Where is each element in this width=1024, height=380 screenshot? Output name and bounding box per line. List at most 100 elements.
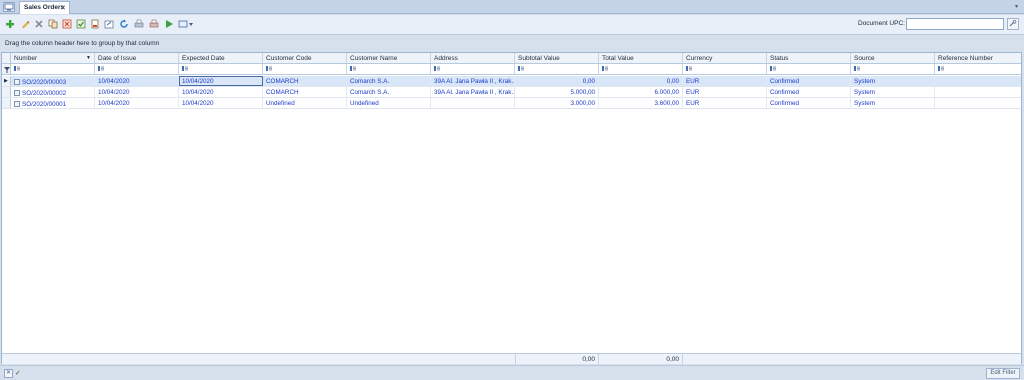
document-icon[interactable] [90, 19, 100, 29]
column-header-total-value[interactable]: Total Value [599, 53, 683, 63]
filter-operator-icon[interactable] [98, 66, 105, 71]
filter-cell-customer-name[interactable] [347, 64, 431, 74]
chevron-down-icon[interactable]: ▾ [1015, 3, 1018, 10]
document-upc-input[interactable] [906, 18, 1004, 30]
cell-customer-name[interactable]: Comarch S.A. [347, 87, 431, 97]
cell-source[interactable]: System [851, 87, 935, 97]
column-header-address[interactable]: Address [431, 53, 515, 63]
cell-subtotal-value[interactable]: 5.000,00 [515, 87, 599, 97]
print-icon[interactable] [134, 19, 144, 29]
cell-number[interactable]: SO/2020/00001 [11, 98, 95, 108]
filter-operator-icon[interactable] [14, 66, 21, 71]
group-by-panel[interactable]: Drag the column header here to group by … [0, 36, 1024, 52]
cell-customer-code[interactable]: COMARCH [263, 87, 347, 97]
table-row[interactable]: SO/2020/00001 10/04/2020 10/04/2020 Unde… [2, 98, 1021, 109]
filter-cell-date-of-issue[interactable] [95, 64, 179, 74]
cell-source[interactable]: System [851, 76, 935, 86]
filter-cell-customer-code[interactable] [263, 64, 347, 74]
filter-cell-subtotal-value[interactable] [515, 64, 599, 74]
cell-total-value[interactable]: 3.600,00 [599, 98, 683, 108]
column-header-number[interactable]: Number ▼ [11, 53, 95, 63]
cell-date-of-issue[interactable]: 10/04/2020 [95, 76, 179, 86]
filter-operator-icon[interactable] [350, 66, 357, 71]
cell-reference-number[interactable] [935, 98, 1021, 108]
column-header-reference-number[interactable]: Reference Number [935, 53, 1021, 63]
window-list-icon[interactable] [3, 2, 15, 12]
column-header-date-of-issue[interactable]: Date of Issue [95, 53, 179, 63]
cell-status[interactable]: Confirmed [767, 98, 851, 108]
filter-operator-icon[interactable] [182, 66, 189, 71]
cell-expected-date[interactable]: 10/04/2020 [179, 76, 263, 86]
filter-cell-address[interactable] [431, 64, 515, 74]
cell-currency[interactable]: EUR [683, 76, 767, 86]
filter-cell-currency[interactable] [683, 64, 767, 74]
cell-total-value[interactable]: 6.000,00 [599, 87, 683, 97]
cell-expected-date[interactable]: 10/04/2020 [179, 98, 263, 108]
cell-number[interactable]: SO/2020/00002 [11, 87, 95, 97]
cell-customer-code[interactable]: Undefined [263, 98, 347, 108]
filter-operator-icon[interactable] [266, 66, 273, 71]
upc-search-icon[interactable] [1007, 18, 1019, 30]
cell-address[interactable]: 39A Al. Jana Pawła II , Krak... [431, 87, 515, 97]
cancel-document-icon[interactable] [62, 19, 72, 29]
cell-status[interactable]: Confirmed [767, 87, 851, 97]
cell-expected-date[interactable]: 10/04/2020 [179, 87, 263, 97]
column-header-expected-date[interactable]: Expected Date [179, 53, 263, 63]
clear-filter-icon[interactable]: ✕ [4, 369, 13, 378]
cell-total-value[interactable]: 0,00 [599, 76, 683, 86]
cell-currency[interactable]: EUR [683, 87, 767, 97]
table-row[interactable]: SO/2020/00002 10/04/2020 10/04/2020 COMA… [2, 87, 1021, 98]
approve-icon[interactable] [76, 19, 86, 29]
filter-operator-icon[interactable] [518, 66, 525, 71]
cell-currency[interactable]: EUR [683, 98, 767, 108]
filter-operator-icon[interactable] [686, 66, 693, 71]
cell-subtotal-value[interactable]: 3.000,00 [515, 98, 599, 108]
cell-status[interactable]: Confirmed [767, 76, 851, 86]
filter-cell-total-value[interactable] [599, 64, 683, 74]
column-header-status[interactable]: Status [767, 53, 851, 63]
copy-icon[interactable] [48, 19, 58, 29]
column-header-currency[interactable]: Currency [683, 53, 767, 63]
cell-number-text: SO/2020/00001 [22, 101, 67, 108]
edit-filter-button[interactable]: Edit Filter [986, 368, 1020, 379]
filter-cell-source[interactable] [851, 64, 935, 74]
filter-operator-icon[interactable] [938, 66, 945, 71]
export-icon[interactable] [104, 19, 114, 29]
tab-sales-orders[interactable]: Sales Orders ✕ [19, 1, 70, 14]
cell-customer-name[interactable]: Undefined [347, 98, 431, 108]
cell-number[interactable]: SO/2020/00003 [11, 76, 95, 86]
filter-cell-expected-date[interactable] [179, 64, 263, 74]
close-icon[interactable]: ✕ [60, 4, 66, 12]
filter-cell-status[interactable] [767, 64, 851, 74]
edit-icon[interactable] [20, 19, 30, 29]
cell-address[interactable] [431, 98, 515, 108]
filter-enabled-checkbox[interactable]: ✓ [15, 369, 24, 378]
filter-operator-icon[interactable] [854, 66, 861, 71]
cell-reference-number[interactable] [935, 87, 1021, 97]
column-header-customer-name[interactable]: Customer Name [347, 53, 431, 63]
refresh-icon[interactable] [119, 19, 129, 29]
filter-cell-reference-number[interactable] [935, 64, 1021, 74]
cell-source[interactable]: System [851, 98, 935, 108]
cell-customer-code[interactable]: COMARCH [263, 76, 347, 86]
send-icon[interactable] [164, 19, 174, 29]
cell-customer-name[interactable]: Comarch S.A. [347, 76, 431, 86]
cell-address[interactable]: 39A Al. Jana Pawła II , Krak... [431, 76, 515, 86]
filter-cell-number[interactable] [11, 64, 95, 74]
cell-reference-number[interactable] [935, 76, 1021, 86]
add-icon[interactable] [5, 19, 15, 29]
table-row[interactable]: ▶ SO/2020/00003 10/04/2020 10/04/2020 CO… [2, 76, 1021, 87]
delete-icon[interactable] [34, 19, 44, 29]
filter-operator-icon[interactable] [770, 66, 777, 71]
column-header-subtotal-value[interactable]: Subtotal Value [515, 53, 599, 63]
cell-date-of-issue[interactable]: 10/04/2020 [95, 98, 179, 108]
cell-date-of-issue[interactable]: 10/04/2020 [95, 87, 179, 97]
cell-subtotal-value[interactable]: 0,00 [515, 76, 599, 86]
print-settings-icon[interactable] [149, 19, 159, 29]
column-header-customer-code[interactable]: Customer Code [263, 53, 347, 63]
filter-operator-icon[interactable] [434, 66, 441, 71]
switch-icon[interactable] [178, 19, 194, 29]
filter-operator-icon[interactable] [602, 66, 609, 71]
column-header-source[interactable]: Source [851, 53, 935, 63]
cell-number-text: SO/2020/00002 [22, 90, 67, 97]
